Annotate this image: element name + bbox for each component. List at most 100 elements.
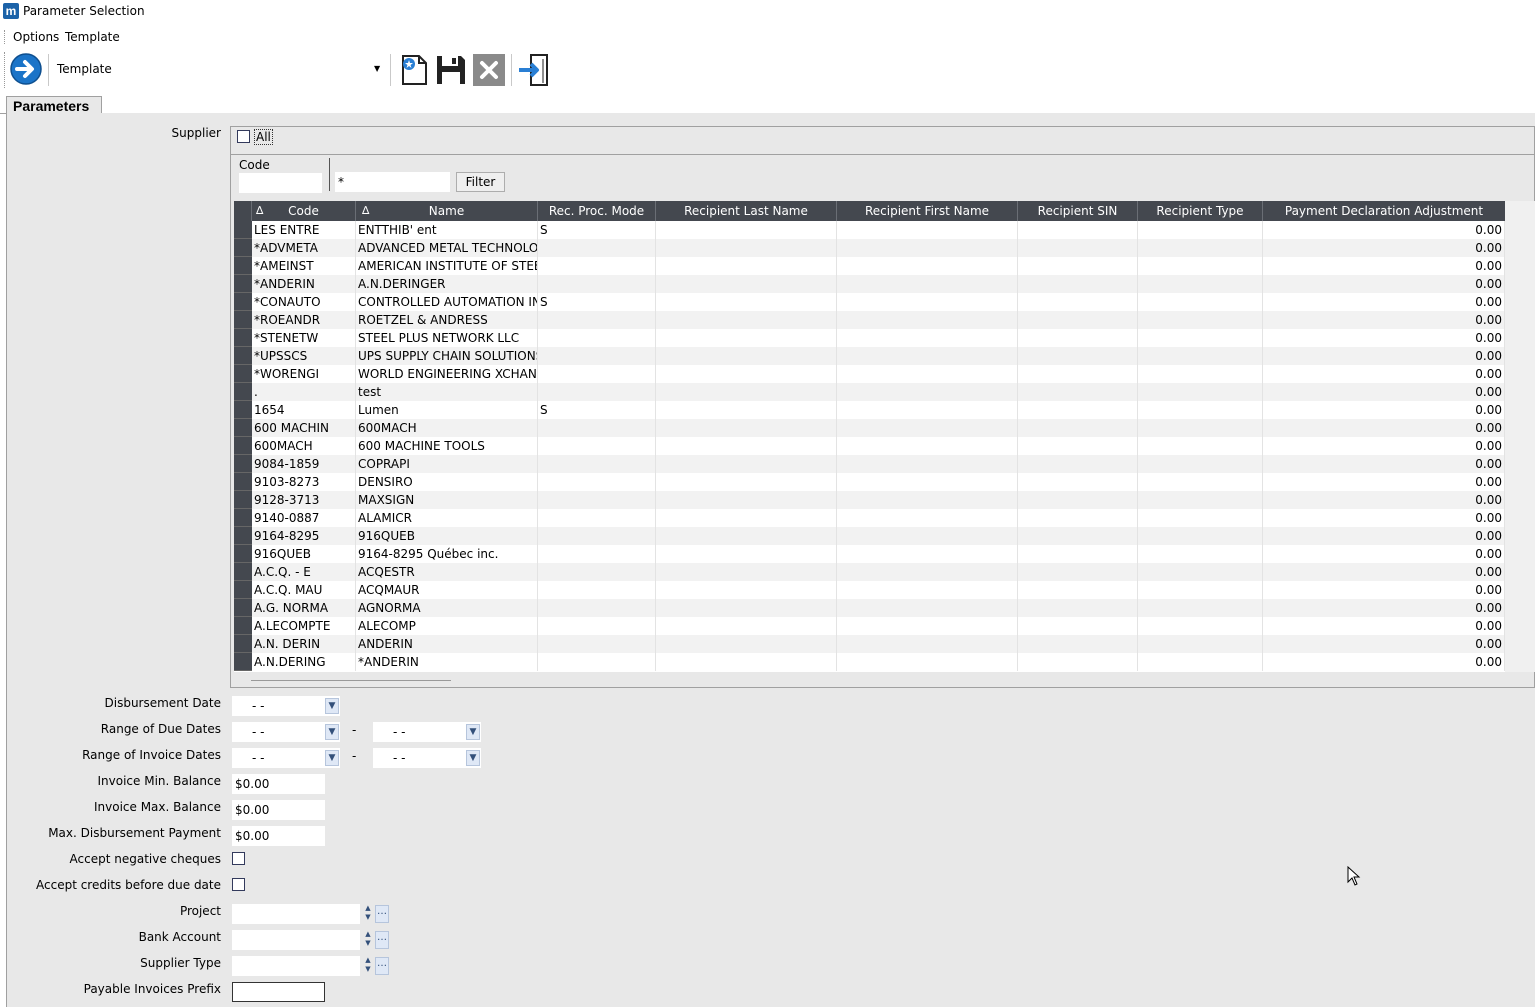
row-selector[interactable]	[234, 617, 252, 635]
row-selector[interactable]	[234, 563, 252, 581]
row-selector[interactable]	[234, 635, 252, 653]
delete-icon[interactable]	[472, 53, 506, 87]
chevron-down-icon[interactable]: ▼	[325, 698, 339, 714]
row-selector[interactable]	[234, 239, 252, 257]
table-row[interactable]: 9084-1859 COPRAPI 0.00	[252, 455, 1505, 473]
row-selector[interactable]	[234, 311, 252, 329]
table-row[interactable]: . test 0.00	[252, 383, 1505, 401]
new-document-icon[interactable]	[397, 53, 431, 87]
chevron-down-icon[interactable]: ▼	[325, 724, 339, 740]
pattern-filter-input[interactable]: *	[335, 172, 450, 192]
row-selector[interactable]	[234, 455, 252, 473]
table-row[interactable]: 916QUEB 9164-8295 Québec inc. 0.00	[252, 545, 1505, 563]
table-row[interactable]: *CONAUTO CONTROLLED AUTOMATION INC S 0.00	[252, 293, 1505, 311]
row-selector[interactable]	[234, 275, 252, 293]
disbursement-date-picker[interactable]: - - ▼	[232, 696, 340, 716]
table-row[interactable]: *ROEANDR ROETZEL & ANDRESS 0.00	[252, 311, 1505, 329]
chevron-down-icon[interactable]: ▼	[466, 750, 480, 766]
spinner-icon[interactable]: ▲ ▼	[362, 904, 374, 924]
table-row[interactable]: LES ENTRE ENTTHIB' ent S 0.00	[252, 221, 1505, 239]
row-selector[interactable]	[234, 221, 252, 239]
table-row[interactable]: *ANDERIN A.N.DERINGER 0.00	[252, 275, 1505, 293]
row-selector[interactable]	[234, 545, 252, 563]
table-row[interactable]: A.LECOMPTE ALECOMP 0.00	[252, 617, 1505, 635]
row-selector[interactable]	[234, 383, 252, 401]
column-header-code[interactable]: ∆ Code	[252, 201, 356, 221]
exit-icon[interactable]	[517, 53, 551, 87]
table-row[interactable]: *ADVMETA ADVANCED METAL TECHNOLOGY 0.00	[252, 239, 1505, 257]
table-row[interactable]: *STENETW STEEL PLUS NETWORK LLC 0.00	[252, 329, 1505, 347]
filter-button[interactable]: Filter	[456, 172, 505, 192]
invoice-max-balance-input[interactable]: $0.00	[232, 800, 325, 820]
grid-horizontal-scrollbar[interactable]	[251, 677, 451, 681]
invoice-date-to-picker[interactable]: - - ▼	[373, 748, 481, 768]
menu-options[interactable]: Options	[13, 30, 59, 44]
row-selector[interactable]	[234, 599, 252, 617]
all-checkbox[interactable]	[237, 130, 250, 143]
bank-account-input[interactable]: ▲ ▼ …	[232, 930, 389, 950]
column-header-rec-proc-mode[interactable]: Rec. Proc. Mode	[538, 201, 656, 221]
table-row[interactable]: 600MACH 600 MACHINE TOOLS 0.00	[252, 437, 1505, 455]
table-row[interactable]: A.N. DERIN ANDERIN 0.00	[252, 635, 1505, 653]
row-selector[interactable]	[234, 347, 252, 365]
column-header-recipient-last-name[interactable]: Recipient Last Name	[656, 201, 837, 221]
table-row[interactable]: *UPSSCS UPS SUPPLY CHAIN SOLUTIONS 0.00	[252, 347, 1505, 365]
template-dropdown-icon[interactable]: ▼	[374, 64, 380, 73]
run-arrow-icon[interactable]	[9, 52, 43, 86]
row-selector[interactable]	[234, 509, 252, 527]
row-selector[interactable]	[234, 365, 252, 383]
lookup-ellipsis-icon[interactable]: …	[375, 931, 389, 949]
column-header-name[interactable]: ∆ Name	[356, 201, 538, 221]
lookup-ellipsis-icon[interactable]: …	[375, 905, 389, 923]
table-row[interactable]: *AMEINST AMERICAN INSTITUTE OF STEEL 0.00	[252, 257, 1505, 275]
invoice-date-from-picker[interactable]: - - ▼	[232, 748, 340, 768]
due-date-from-picker[interactable]: - - ▼	[232, 722, 340, 742]
max-disbursement-input[interactable]: $0.00	[232, 826, 325, 846]
menu-template[interactable]: Template	[65, 30, 120, 44]
table-row[interactable]: A.G. NORMA AGNORMA 0.00	[252, 599, 1505, 617]
payable-prefix-input[interactable]	[232, 982, 325, 1002]
row-selector[interactable]	[234, 329, 252, 347]
cell-rec-proc-mode	[538, 599, 656, 617]
table-row[interactable]: 9140-0887 ALAMICR 0.00	[252, 509, 1505, 527]
code-filter-input[interactable]	[239, 173, 322, 193]
row-selector[interactable]	[234, 293, 252, 311]
table-row[interactable]: A.C.Q. - E ACQESTR 0.00	[252, 563, 1505, 581]
row-selector[interactable]	[234, 257, 252, 275]
chevron-down-icon[interactable]: ▼	[466, 724, 480, 740]
template-select[interactable]: Template	[57, 62, 112, 76]
negative-cheques-checkbox[interactable]	[232, 852, 245, 865]
column-header-recipient-first-name[interactable]: Recipient First Name	[837, 201, 1018, 221]
column-header-payment-declaration-adjustment[interactable]: Payment Declaration Adjustment	[1263, 201, 1505, 221]
project-input[interactable]: ▲ ▼ …	[232, 904, 389, 924]
supplier-grid[interactable]: ∆ Code ∆ Name Rec. Proc. Mode Recipient …	[234, 201, 1505, 672]
row-selector[interactable]	[234, 473, 252, 491]
due-date-to-picker[interactable]: - - ▼	[373, 722, 481, 742]
row-selector[interactable]	[234, 491, 252, 509]
row-selector[interactable]	[234, 419, 252, 437]
grid-vertical-scrollbar[interactable]	[1505, 201, 1535, 672]
save-icon[interactable]	[434, 53, 468, 87]
row-selector[interactable]	[234, 401, 252, 419]
spinner-icon[interactable]: ▲ ▼	[362, 930, 374, 950]
lookup-ellipsis-icon[interactable]: …	[375, 957, 389, 975]
table-row[interactable]: 9164-8295 916QUEB 0.00	[252, 527, 1505, 545]
column-header-recipient-sin[interactable]: Recipient SIN	[1018, 201, 1138, 221]
table-row[interactable]: A.C.Q. MAU ACQMAUR 0.00	[252, 581, 1505, 599]
table-row[interactable]: 9103-8273 DENSIRO 0.00	[252, 473, 1505, 491]
row-selector[interactable]	[234, 653, 252, 671]
table-row[interactable]: A.N.DERING *ANDERIN 0.00	[252, 653, 1505, 671]
row-selector[interactable]	[234, 437, 252, 455]
table-row[interactable]: 1654 Lumen S 0.00	[252, 401, 1505, 419]
row-selector[interactable]	[234, 581, 252, 599]
table-row[interactable]: 9128-3713 MAXSIGN 0.00	[252, 491, 1505, 509]
column-header-recipient-type[interactable]: Recipient Type	[1138, 201, 1263, 221]
credits-before-due-checkbox[interactable]	[232, 878, 245, 891]
spinner-icon[interactable]: ▲ ▼	[362, 956, 374, 976]
table-row[interactable]: 600 MACHIN 600MACH 0.00	[252, 419, 1505, 437]
table-row[interactable]: *WORENGI WORLD ENGINEERING XCHANGE 0.00	[252, 365, 1505, 383]
chevron-down-icon[interactable]: ▼	[325, 750, 339, 766]
invoice-min-balance-input[interactable]: $0.00	[232, 774, 325, 794]
row-selector[interactable]	[234, 527, 252, 545]
supplier-type-input[interactable]: ▲ ▼ …	[232, 956, 389, 976]
